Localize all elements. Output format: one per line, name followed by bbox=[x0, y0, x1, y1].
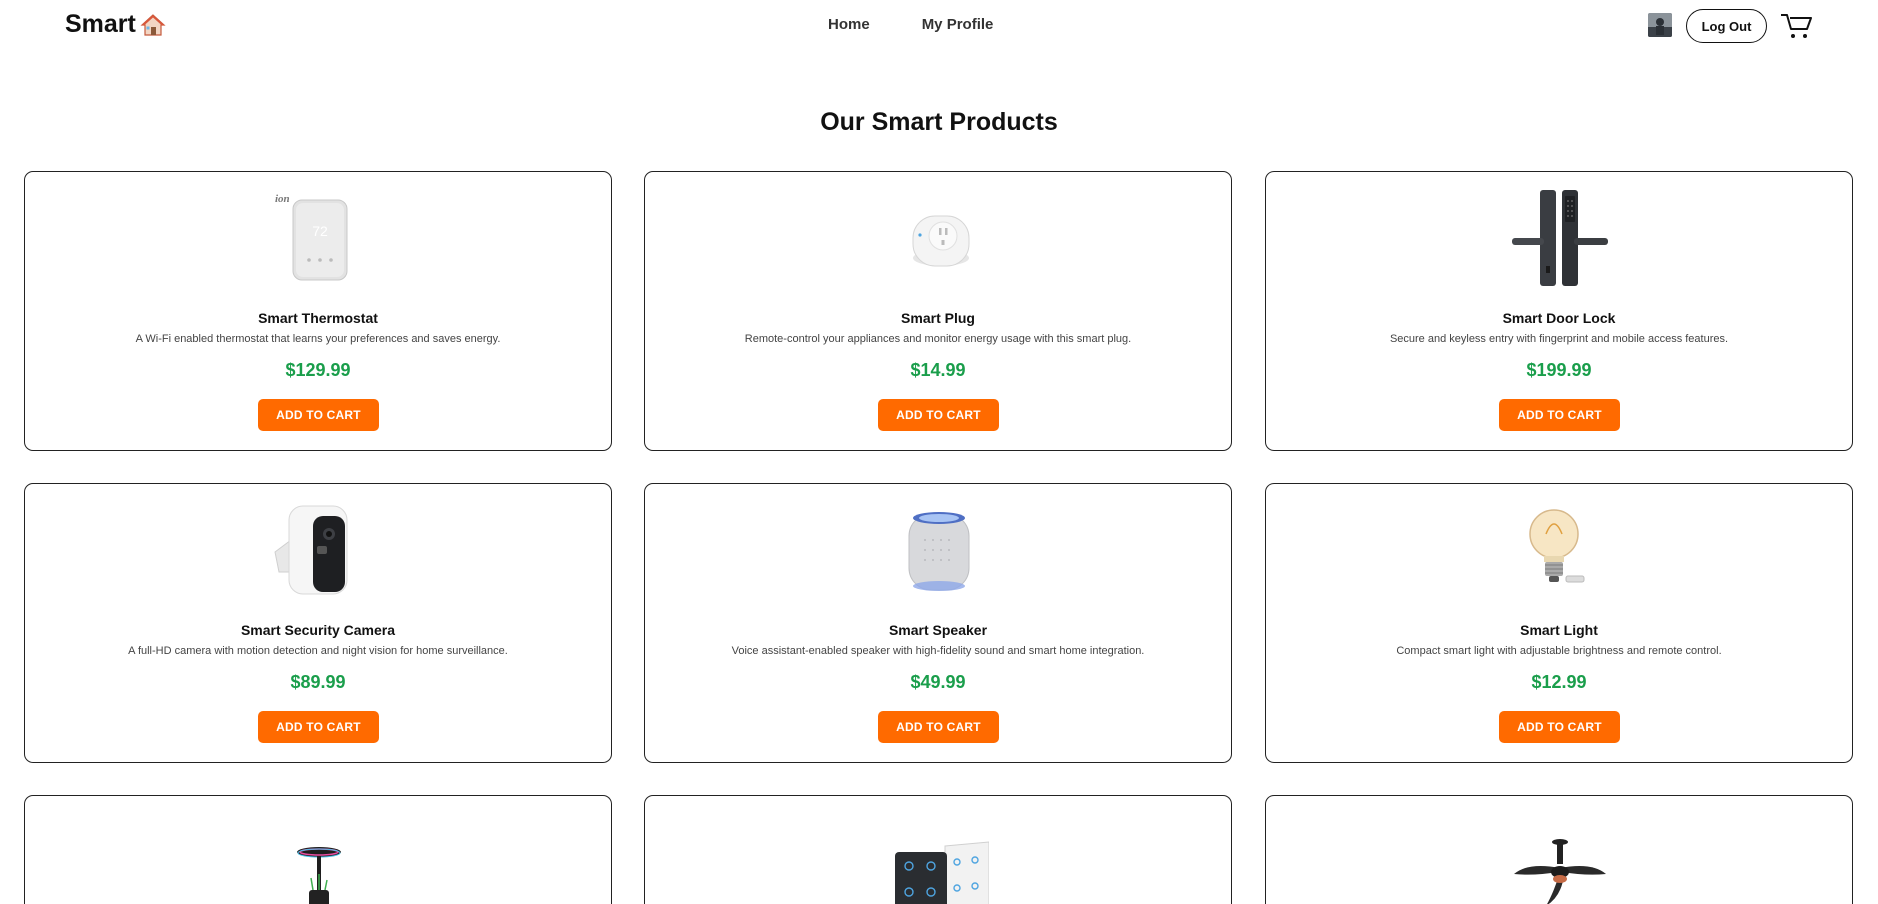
product-name: Smart Speaker bbox=[888, 622, 988, 638]
product-description: Voice assistant-enabled speaker with hig… bbox=[731, 645, 1145, 657]
add-to-cart-button[interactable]: ADD TO CART bbox=[258, 399, 379, 431]
product-description: Secure and keyless entry with fingerprin… bbox=[1389, 333, 1729, 345]
add-to-cart-button[interactable]: ADD TO CART bbox=[1499, 399, 1620, 431]
product-description: A full-HD camera with motion detection a… bbox=[128, 645, 508, 657]
product-card: Smart Door Lock Secure and keyless entry… bbox=[1265, 171, 1853, 451]
product-name: Smart Light bbox=[1520, 622, 1598, 638]
house-icon bbox=[140, 13, 166, 36]
door-lock-image bbox=[1512, 190, 1608, 286]
camera-image bbox=[274, 505, 348, 595]
product-card bbox=[24, 795, 612, 904]
switch-panel-image bbox=[895, 841, 989, 904]
product-price: $199.99 bbox=[1526, 360, 1592, 380]
svg-text:ion: ion bbox=[275, 193, 290, 205]
nav-home-link[interactable]: Home bbox=[828, 16, 870, 33]
add-to-cart-button[interactable]: ADD TO CART bbox=[1499, 711, 1620, 743]
product-name: Smart Thermostat bbox=[258, 310, 378, 326]
product-card bbox=[1265, 795, 1853, 904]
ceiling-fan-image bbox=[1514, 839, 1606, 904]
light-bulb-image bbox=[1529, 509, 1585, 583]
nav-profile-link[interactable]: My Profile bbox=[922, 16, 994, 33]
svg-text:72: 72 bbox=[312, 223, 328, 239]
product-name: Smart Security Camera bbox=[240, 622, 396, 638]
nav-links: Home My Profile bbox=[828, 16, 993, 33]
speaker-image bbox=[908, 512, 970, 591]
product-price: $129.99 bbox=[285, 360, 351, 380]
product-price: $14.99 bbox=[910, 360, 966, 380]
add-to-cart-button[interactable]: ADD TO CART bbox=[878, 399, 999, 431]
logout-button[interactable]: Log Out bbox=[1686, 9, 1767, 43]
product-card: Smart Security Camera A full-HD camera w… bbox=[24, 483, 612, 763]
thermostat-image: ion 72 bbox=[275, 193, 348, 281]
page-title: Our Smart Products bbox=[820, 108, 1058, 136]
product-name: Smart Door Lock bbox=[1502, 310, 1616, 326]
product-name: Smart Plug bbox=[901, 310, 975, 326]
product-description: Remote-control your appliances and monit… bbox=[744, 333, 1132, 345]
plug-image bbox=[912, 215, 970, 267]
product-price: $12.99 bbox=[1531, 672, 1587, 692]
avatar-image bbox=[1648, 13, 1672, 37]
product-price: $49.99 bbox=[910, 672, 966, 692]
product-card: Smart Light Compact smart light with adj… bbox=[1265, 483, 1853, 763]
avatar[interactable] bbox=[1648, 13, 1672, 37]
logo-text: Smart bbox=[65, 10, 136, 38]
cart-icon[interactable] bbox=[1780, 12, 1814, 40]
product-price: $89.99 bbox=[290, 672, 346, 692]
add-to-cart-button[interactable]: ADD TO CART bbox=[878, 711, 999, 743]
product-description: A Wi-Fi enabled thermostat that learns y… bbox=[135, 333, 501, 345]
add-to-cart-button[interactable]: ADD TO CART bbox=[258, 711, 379, 743]
product-card: Smart Plug Remote-control your appliance… bbox=[644, 171, 1232, 451]
lamp-image bbox=[297, 847, 341, 904]
logo[interactable]: Smart bbox=[65, 10, 166, 39]
product-description: Compact smart light with adjustable brig… bbox=[1396, 645, 1722, 657]
navbar: Smart Home My Profile Log Out bbox=[0, 0, 1878, 52]
product-card: Smart Speaker Voice assistant-enabled sp… bbox=[644, 483, 1232, 763]
product-card: ion 72 Smart Thermostat A Wi-Fi enabled … bbox=[24, 171, 612, 451]
product-card bbox=[644, 795, 1232, 904]
